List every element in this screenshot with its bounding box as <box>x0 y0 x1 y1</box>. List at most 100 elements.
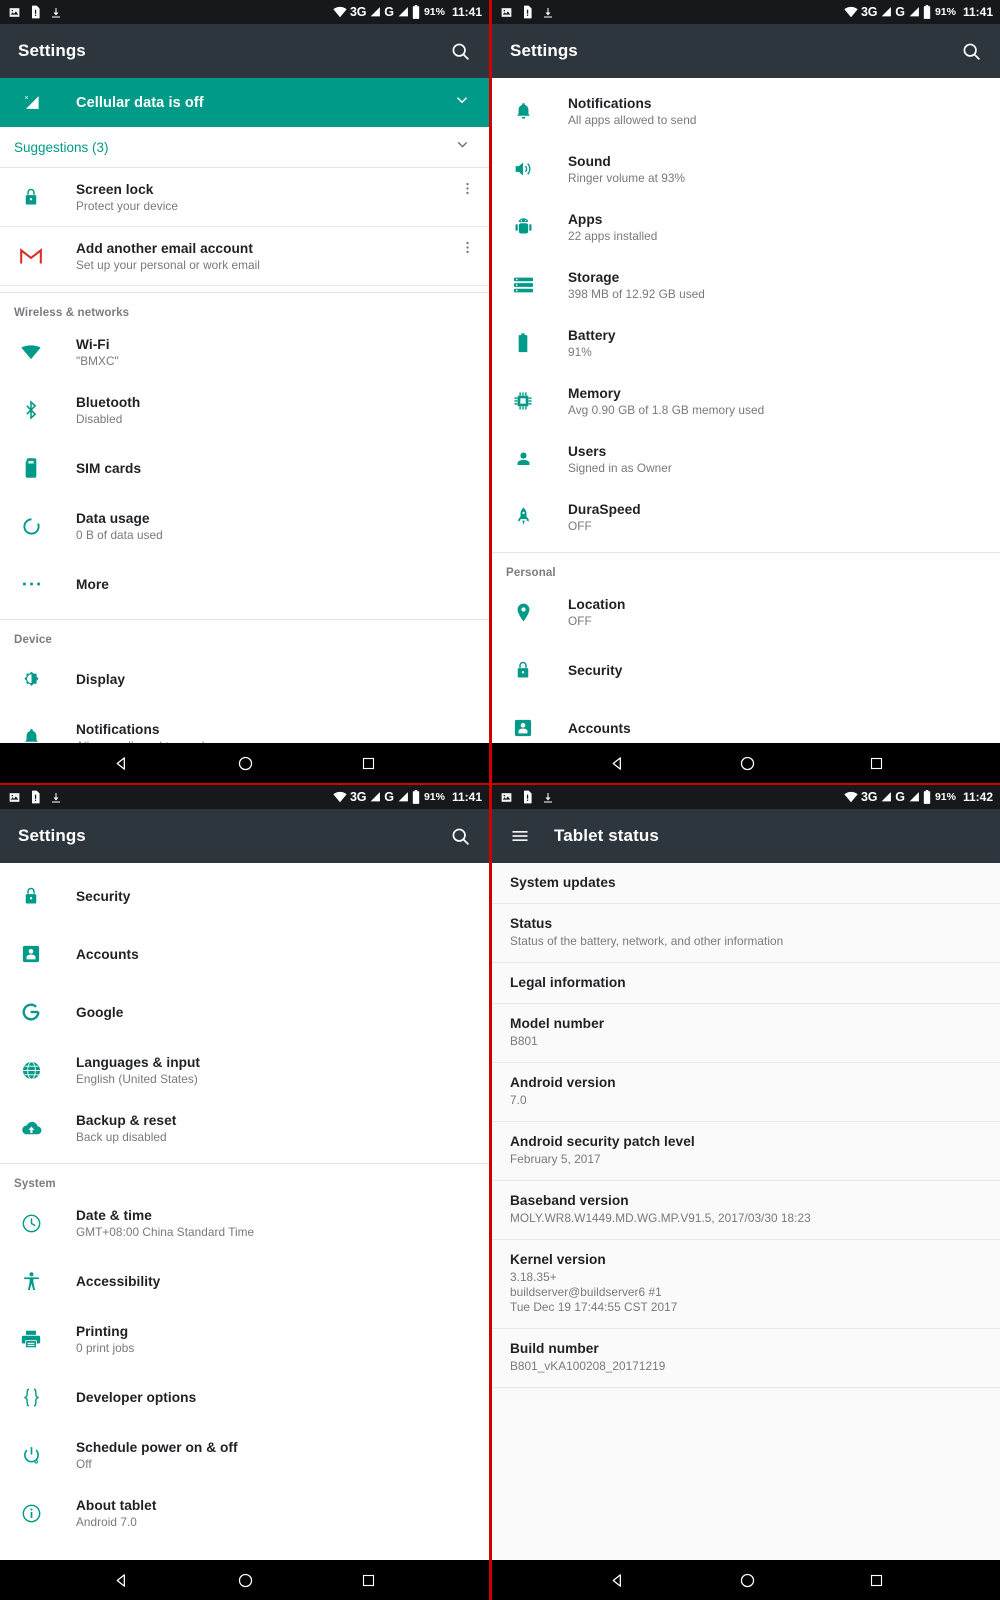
more-vert-icon[interactable] <box>460 168 475 201</box>
status-bar-notification-icons <box>8 790 62 804</box>
globe-icon <box>14 1060 48 1080</box>
sidebar-item-schedule-power[interactable]: Schedule power on & off Off <box>0 1426 489 1484</box>
sidebar-item-data-usage[interactable]: Data usage 0 B of data used <box>0 497 489 555</box>
rocket-icon <box>506 507 540 527</box>
list-item[interactable]: Baseband version MOLY.WR8.W1449.MD.WG.MP… <box>492 1181 1000 1240</box>
list-item[interactable]: Status Status of the battery, network, a… <box>492 904 1000 963</box>
list-item-title: Bluetooth <box>76 394 141 410</box>
list-item-subtitle: OFF <box>568 613 592 628</box>
home-circle-icon[interactable] <box>739 755 756 772</box>
bluetooth-icon <box>14 400 48 420</box>
sidebar-item-accounts[interactable]: Accounts <box>0 925 489 983</box>
page-title: Settings <box>18 41 86 60</box>
back-triangle-icon[interactable] <box>113 1572 130 1589</box>
page-title: Settings <box>510 41 578 60</box>
section-header-system: System <box>14 1178 56 1190</box>
signal-bars-icon <box>909 792 919 802</box>
sidebar-item-location[interactable]: Location OFF <box>492 583 1000 641</box>
battery-icon <box>923 5 931 19</box>
sidebar-item-bluetooth[interactable]: Bluetooth Disabled <box>0 381 489 439</box>
list-item[interactable]: System updates <box>492 863 1000 904</box>
sidebar-item-sound[interactable]: Sound Ringer volume at 93% <box>492 140 1000 198</box>
list-item-subtitle: B801_vKA100208_20171219 <box>510 1359 666 1373</box>
sidebar-item-developer-options[interactable]: Developer options <box>0 1368 489 1426</box>
suggestions-header[interactable]: Suggestions (3) <box>0 127 489 168</box>
home-circle-icon[interactable] <box>237 1572 254 1589</box>
sidebar-item-about-tablet[interactable]: About tablet Android 7.0 <box>0 1484 489 1542</box>
list-item[interactable]: Legal information <box>492 963 1000 1004</box>
list-item-title: Date & time <box>76 1207 152 1223</box>
list-item-title: Location <box>568 596 626 612</box>
list-item-title: Battery <box>568 327 616 343</box>
sidebar-item-languages[interactable]: Languages & input English (United States… <box>0 1041 489 1099</box>
recents-square-icon[interactable] <box>869 1573 884 1588</box>
search-icon[interactable] <box>450 41 471 62</box>
sidebar-item-notifications[interactable]: Notifications All apps allowed to send <box>0 708 489 743</box>
list-item-title: Memory <box>568 385 621 401</box>
info-icon <box>14 1504 48 1523</box>
list-item-text: Accounts <box>568 721 631 736</box>
cellular-data-banner[interactable]: × Cellular data is off <box>0 78 489 127</box>
battery-icon <box>923 790 931 804</box>
sidebar-item-accounts[interactable]: Accounts <box>492 699 1000 743</box>
sidebar-item-sim-cards[interactable]: SIM cards <box>0 439 489 497</box>
list-item[interactable]: Kernel version 3.18.35+ buildserver@buil… <box>492 1240 1000 1329</box>
list-item-text: Notifications All apps allowed to send <box>568 96 696 127</box>
list-item[interactable]: Add another email account Set up your pe… <box>0 227 489 286</box>
sidebar-item-users[interactable]: Users Signed in as Owner <box>492 430 1000 488</box>
sidebar-item-google[interactable]: Google <box>0 983 489 1041</box>
list-item[interactable]: Android security patch level February 5,… <box>492 1122 1000 1181</box>
sidebar-item-storage[interactable]: Storage 398 MB of 12.92 GB used <box>492 256 1000 314</box>
sidebar-item-security[interactable]: Security <box>0 867 489 925</box>
list-item[interactable]: Android version 7.0 <box>492 1063 1000 1122</box>
sidebar-item-security[interactable]: Security <box>492 641 1000 699</box>
google-g-icon <box>14 1002 48 1022</box>
sidebar-item-duraspeed[interactable]: DuraSpeed OFF <box>492 488 1000 546</box>
home-circle-icon[interactable] <box>237 755 254 772</box>
braces-icon <box>14 1387 48 1407</box>
list-item-title: Screen lock <box>76 181 154 197</box>
list-item-title: SIM cards <box>76 460 142 476</box>
chevron-down-icon[interactable] <box>453 91 471 114</box>
list-item-subtitle: Ringer volume at 93% <box>568 170 686 185</box>
clock: 11:41 <box>451 5 482 19</box>
sidebar-item-wifi[interactable]: Wi-Fi "BMXC" <box>0 323 489 381</box>
sidebar-item-more[interactable]: More <box>0 555 489 613</box>
list-item[interactable]: Model number B801 <box>492 1004 1000 1063</box>
home-circle-icon[interactable] <box>739 1572 756 1589</box>
sidebar-item-accessibility[interactable]: Accessibility <box>0 1252 489 1310</box>
backup-cloud-icon <box>14 1120 48 1136</box>
list-item[interactable]: Build number B801_vKA100208_20171219 <box>492 1329 1000 1388</box>
sidebar-item-backup-reset[interactable]: Backup & reset Back up disabled <box>0 1099 489 1157</box>
search-icon[interactable] <box>961 41 982 62</box>
recents-square-icon[interactable] <box>869 756 884 771</box>
sidebar-item-printing[interactable]: Printing 0 print jobs <box>0 1310 489 1368</box>
image-icon <box>9 792 20 802</box>
recents-square-icon[interactable] <box>361 756 376 771</box>
hamburger-icon[interactable] <box>510 826 530 846</box>
lock-icon <box>14 187 48 207</box>
sidebar-item-battery[interactable]: Battery 91% <box>492 314 1000 372</box>
chevron-down-icon[interactable] <box>454 136 471 158</box>
sidebar-item-apps[interactable]: Apps 22 apps installed <box>492 198 1000 256</box>
back-triangle-icon[interactable] <box>113 755 130 772</box>
sidebar-item-date-time[interactable]: Date & time GMT+08:00 China Standard Tim… <box>0 1194 489 1252</box>
list-item-subtitle: Signed in as Owner <box>568 460 672 475</box>
back-triangle-icon[interactable] <box>609 1572 626 1589</box>
sidebar-item-notifications[interactable]: Notifications All apps allowed to send <box>492 82 1000 140</box>
back-triangle-icon[interactable] <box>609 755 626 772</box>
search-icon[interactable] <box>450 826 471 847</box>
recents-square-icon[interactable] <box>361 1573 376 1588</box>
sidebar-item-memory[interactable]: Memory Avg 0.90 GB of 1.8 GB memory used <box>492 372 1000 430</box>
person-icon <box>506 451 540 468</box>
list-item-text: Screen lock Protect your device <box>76 182 178 213</box>
image-icon <box>9 7 20 17</box>
more-vert-icon[interactable] <box>460 227 475 260</box>
sim-alert-icon <box>524 5 532 19</box>
storage-icon <box>506 277 540 293</box>
sidebar-item-display[interactable]: Display <box>0 650 489 708</box>
list-item-subtitle: 398 MB of 12.92 GB used <box>568 286 705 301</box>
list-item[interactable]: Screen lock Protect your device <box>0 168 489 227</box>
panel-tablet-status: 3G G 91% 11:42 Tablet status System upda… <box>492 785 1000 1600</box>
list-item-text: About tablet Android 7.0 <box>76 1498 156 1529</box>
